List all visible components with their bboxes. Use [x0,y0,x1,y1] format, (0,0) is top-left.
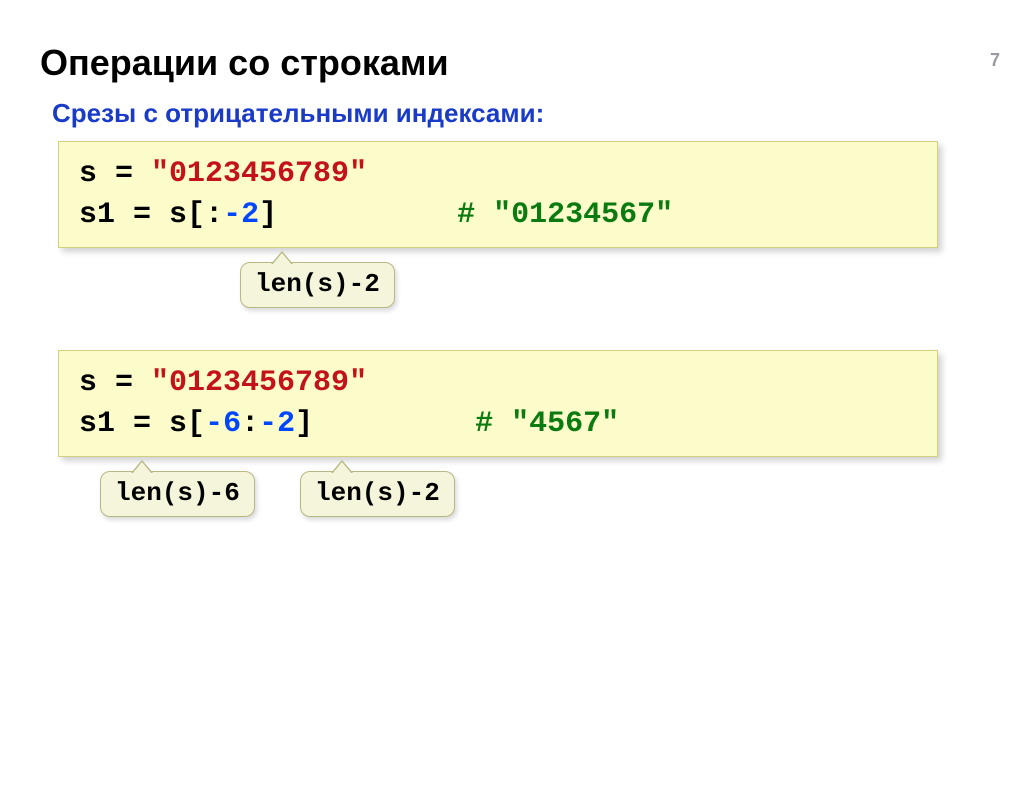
code-token: s [79,366,97,400]
code-comment: "4567" [511,407,619,441]
code-block-1: s = "0123456789" s1 = s[:-2] # "01234567… [58,141,938,248]
slide-subtitle: Срезы с отрицательными индексами: [52,98,984,129]
code-token: s1 [79,407,115,441]
code-token: ] [295,407,313,441]
code-token: = [97,366,151,400]
label-row-1: len(s)-2 [40,258,984,328]
code-number: -2 [259,407,295,441]
code-token: ] [259,198,277,232]
slide-title: Операции со строками [40,42,984,84]
code-token: s [79,157,97,191]
code-comment-hash: # [457,198,493,232]
code-comment: "01234567" [493,198,673,232]
code-token: s [169,198,187,232]
code-string: "0123456789" [151,157,367,191]
callout-label: len(s)-2 [300,471,455,517]
code-string: "0123456789" [151,366,367,400]
code-token: = [115,407,169,441]
code-pad [313,407,475,441]
callout-label: len(s)-6 [100,471,255,517]
code-block-2: s = "0123456789" s1 = s[-6:-2] # "4567" [58,350,938,457]
code-number: -2 [223,198,259,232]
callout-label: len(s)-2 [240,262,395,308]
code-token: [ [187,407,205,441]
code-token: = [97,157,151,191]
code-token: s [169,407,187,441]
code-pad [277,198,457,232]
code-token: s1 [79,198,115,232]
code-line: s1 = s[-6:-2] # "4567" [79,404,917,445]
code-line: s = "0123456789" [79,363,917,404]
slide: 7 Операции со строками Срезы с отрицател… [0,42,1024,809]
code-comment-hash: # [475,407,511,441]
code-line: s1 = s[:-2] # "01234567" [79,195,917,236]
page-number: 7 [990,50,1000,71]
code-token: [ [187,198,205,232]
code-token: : [241,407,259,441]
label-row-2: len(s)-6 len(s)-2 [40,467,984,537]
code-token: = [115,198,169,232]
code-token: : [205,198,223,232]
code-line: s = "0123456789" [79,154,917,195]
code-number: -6 [205,407,241,441]
